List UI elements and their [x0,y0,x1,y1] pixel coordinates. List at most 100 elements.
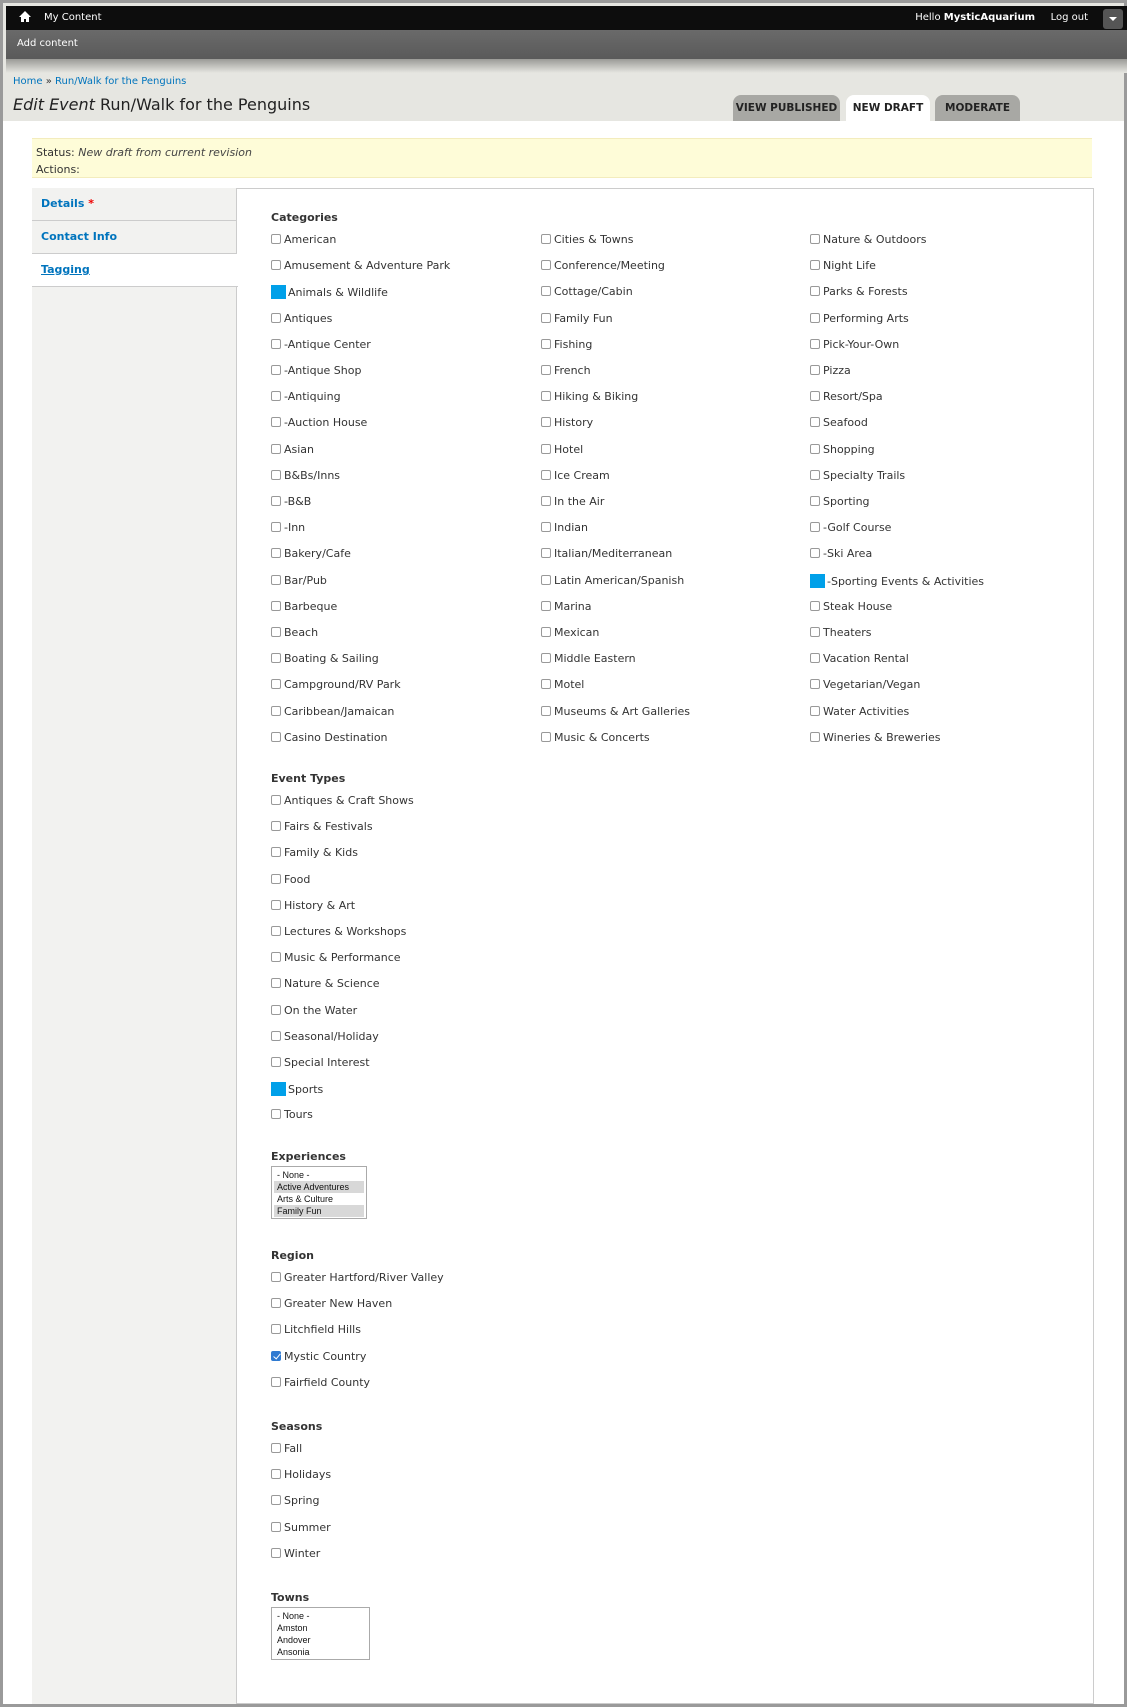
checkbox-sporting[interactable]: Sporting [810,495,870,509]
checkbox-box[interactable] [271,1521,281,1532]
checkbox-box[interactable] [271,338,281,349]
checkbox-antiquing[interactable]: -Antiquing [271,390,341,404]
checkbox-special-interest[interactable]: Special Interest [271,1056,370,1070]
checkbox-tours[interactable]: Tours [271,1108,313,1122]
checkbox-winter[interactable]: Winter [271,1547,320,1561]
checkbox-parks-forests[interactable]: Parks & Forests [810,285,908,299]
checkbox-box[interactable] [810,679,820,690]
listbox-option[interactable]: Active Adventures [274,1181,364,1193]
checkbox-box[interactable] [271,731,281,742]
checkbox-box[interactable] [271,365,281,375]
checkbox-box[interactable] [810,365,820,375]
checkbox-fall[interactable]: Fall [271,1442,302,1456]
breadcrumb-home[interactable]: Home [13,76,43,87]
checkbox-lectures-workshops[interactable]: Lectures & Workshops [271,925,406,939]
checkbox-box[interactable] [271,600,281,611]
checkbox-box[interactable] [541,522,551,533]
checkbox-antiques[interactable]: Antiques [271,312,332,326]
checkbox-box[interactable] [271,926,281,936]
focus-marker[interactable] [810,573,825,588]
checkbox-box[interactable] [810,234,820,244]
checkbox-box[interactable] [271,795,281,805]
checkbox-box[interactable] [810,627,820,637]
checkbox-box[interactable] [271,1350,281,1361]
checkbox-box[interactable] [271,469,281,480]
checkbox-box[interactable] [271,391,281,402]
checkbox-litchfield-hills[interactable]: Litchfield Hills [271,1323,361,1337]
focus-marker[interactable] [271,1082,286,1097]
checkbox-family-kids[interactable]: Family & Kids [271,846,358,860]
checkbox-box[interactable] [271,1057,281,1067]
checkbox-box[interactable] [271,1298,281,1309]
focus-marker[interactable] [271,285,286,300]
checkbox-history[interactable]: History [541,416,593,430]
checkbox-box[interactable] [541,443,551,454]
checkbox-box[interactable] [271,260,281,271]
username-link[interactable]: MysticAquarium [944,12,1035,23]
checkbox-box[interactable] [541,260,551,271]
checkbox-box[interactable] [810,469,820,480]
checkbox-box[interactable] [271,978,281,989]
checkbox-box[interactable] [541,365,551,375]
checkbox-ice-cream[interactable]: Ice Cream [541,469,610,483]
my-content-link[interactable]: My Content [44,12,102,23]
listbox-option[interactable]: Andover [274,1634,367,1646]
toolbar-drawer-toggle[interactable] [1103,9,1123,29]
checkbox-box[interactable] [271,1004,281,1015]
checkbox-box[interactable] [541,574,551,585]
checkbox-box[interactable] [271,1495,281,1506]
checkbox-box[interactable] [271,653,281,664]
vtab-tagging[interactable]: Tagging [32,254,238,287]
checkbox-steak-house[interactable]: Steak House [810,600,892,614]
checkbox-fairs-festivals[interactable]: Fairs & Festivals [271,820,373,834]
checkbox-fishing[interactable]: Fishing [541,338,592,352]
towns-select[interactable]: - None - Amston Andover Ansonia [271,1607,370,1660]
checkbox-museums-art-galleries[interactable]: Museums & Art Galleries [541,705,690,719]
checkbox-inn[interactable]: -Inn [271,521,305,535]
checkbox-hiking-biking[interactable]: Hiking & Biking [541,390,638,404]
checkbox-b-b[interactable]: -B&B [271,495,311,509]
checkbox-pizza[interactable]: Pizza [810,364,851,378]
checkbox-greater-new-haven[interactable]: Greater New Haven [271,1297,392,1311]
checkbox-greater-hartford-river-valley[interactable]: Greater Hartford/River Valley [271,1271,444,1285]
checkbox-casino-destination[interactable]: Casino Destination [271,731,388,745]
checkbox-golf-course[interactable]: -Golf Course [810,521,891,535]
checkbox-box[interactable] [271,821,281,832]
checkbox-box[interactable] [271,522,281,533]
checkbox-box[interactable] [541,496,551,506]
checkbox-box[interactable] [271,1376,281,1387]
checkbox-performing-arts[interactable]: Performing Arts [810,312,909,326]
listbox-option[interactable]: - None - [274,1169,364,1181]
checkbox-holidays[interactable]: Holidays [271,1468,331,1482]
checkbox-box[interactable] [271,705,281,716]
checkbox-box[interactable] [810,653,820,664]
checkbox-middle-eastern[interactable]: Middle Eastern [541,652,636,666]
checkbox-antique-center[interactable]: -Antique Center [271,338,371,352]
listbox-option[interactable]: Arts & Culture [274,1193,364,1205]
checkbox-beach[interactable]: Beach [271,626,318,640]
checkbox-seasonal-holiday[interactable]: Seasonal/Holiday [271,1030,379,1044]
checkbox-box[interactable] [810,338,820,349]
checkbox-box[interactable] [541,234,551,244]
checkbox-pick-your-own[interactable]: Pick-Your-Own [810,338,899,352]
checkbox-ski-area[interactable]: -Ski Area [810,547,872,561]
checkbox-box[interactable] [271,548,281,559]
checkbox-box[interactable] [271,899,281,910]
checkbox-spring[interactable]: Spring [271,1494,320,1508]
checkbox-box[interactable] [810,705,820,716]
checkbox-hotel[interactable]: Hotel [541,443,583,457]
checkbox-box[interactable] [271,627,281,637]
checkbox-vacation-rental[interactable]: Vacation Rental [810,652,909,666]
checkbox-box[interactable] [271,1547,281,1558]
home-icon[interactable] [18,10,32,24]
breadcrumb-current[interactable]: Run/Walk for the Penguins [55,76,186,87]
checkbox-box[interactable] [271,847,281,858]
checkbox-amusement-adventure-park[interactable]: Amusement & Adventure Park [271,259,450,273]
checkbox-box[interactable] [271,1030,281,1041]
checkbox-night-life[interactable]: Night Life [810,259,876,273]
tab-moderate[interactable]: MODERATE [935,95,1020,121]
checkbox-marina[interactable]: Marina [541,600,592,614]
checkbox-box[interactable] [271,1469,281,1480]
checkbox-water-activities[interactable]: Water Activities [810,705,909,719]
checkbox-resort-spa[interactable]: Resort/Spa [810,390,883,404]
